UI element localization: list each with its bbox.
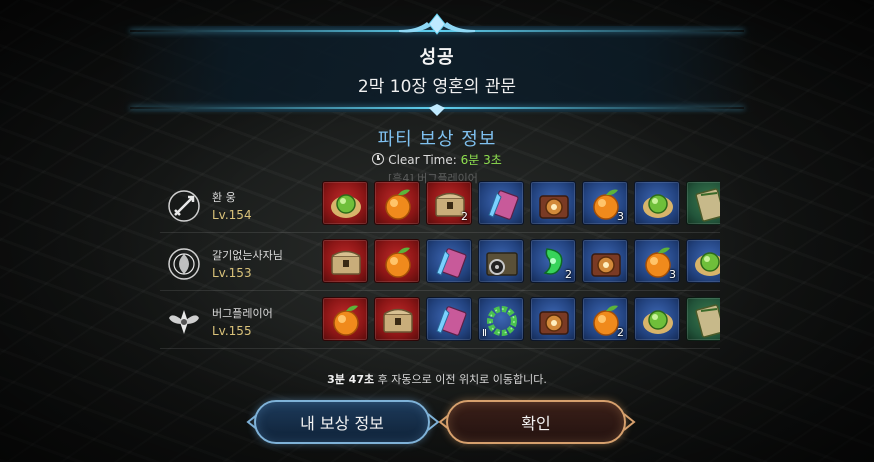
player-reward-row: 갈기없는사자님 Lv.153 2 3 bbox=[160, 238, 720, 291]
reward-item-slot[interactable] bbox=[322, 181, 368, 225]
bronze-chest-icon bbox=[591, 253, 621, 277]
reward-item-slot[interactable]: 2 bbox=[426, 181, 472, 225]
reward-item-slot[interactable] bbox=[478, 239, 524, 283]
reward-item-slot[interactable] bbox=[530, 297, 576, 341]
item-quantity: 3 bbox=[617, 210, 624, 223]
reward-item-strip: Ⅱ2 bbox=[322, 297, 720, 343]
reward-item-slot[interactable] bbox=[426, 297, 472, 341]
player-info: 환 웅 Lv.154 bbox=[166, 184, 316, 228]
player-name: 환 웅 bbox=[212, 191, 236, 204]
clear-time-value: 6분 3초 bbox=[460, 153, 502, 167]
reward-item-slot[interactable]: 3 bbox=[634, 239, 680, 283]
item-quantity: 3 bbox=[669, 268, 676, 281]
reward-item-slot[interactable] bbox=[634, 181, 680, 225]
reward-item-slot[interactable] bbox=[582, 239, 628, 283]
item-quantity: 2 bbox=[617, 326, 624, 339]
countdown-time: 3분 47초 bbox=[327, 373, 375, 386]
player-level: Lv.155 bbox=[212, 324, 252, 338]
crystal-scroll-icon bbox=[436, 306, 467, 336]
item-quantity: 2 bbox=[461, 210, 468, 223]
treasure-chest-icon bbox=[383, 308, 413, 333]
reward-item-slot[interactable]: Ⅱ bbox=[478, 297, 524, 341]
green-scroll-icon bbox=[695, 304, 720, 338]
bronze-chest-icon bbox=[539, 311, 569, 335]
player-level: Lv.153 bbox=[212, 266, 252, 280]
green-orb-icon bbox=[643, 310, 673, 334]
orange-fruit-icon bbox=[385, 189, 411, 220]
clear-time-row: Clear Time: 6분 3초 bbox=[0, 151, 874, 168]
orange-fruit-icon bbox=[385, 247, 411, 278]
player-reward-row: 환 웅 Lv.154 2 3 bbox=[160, 180, 720, 233]
reward-item-slot[interactable]: 2 bbox=[582, 297, 628, 341]
reward-item-strip: 23 bbox=[322, 239, 720, 285]
reward-item-slot[interactable]: 2 bbox=[530, 239, 576, 283]
jade-bracelet-icon bbox=[487, 306, 517, 336]
reward-item-slot[interactable] bbox=[686, 181, 720, 225]
wing-crest-icon bbox=[169, 310, 199, 334]
reward-item-slot[interactable] bbox=[374, 239, 420, 283]
reward-item-slot[interactable] bbox=[478, 181, 524, 225]
crest-bottom-ornament-icon bbox=[429, 104, 445, 116]
item-tier: Ⅱ bbox=[482, 328, 487, 339]
reward-item-strip: 23 bbox=[322, 181, 720, 227]
reward-item-slot[interactable] bbox=[686, 239, 720, 283]
result-title: 성공 bbox=[419, 47, 455, 68]
sword-crest-icon bbox=[168, 190, 200, 222]
auto-return-notice: 3분 47초 후 자동으로 이전 위치로 이동합니다. bbox=[0, 371, 874, 387]
reward-item-slot[interactable] bbox=[374, 181, 420, 225]
bronze-chest-icon bbox=[539, 195, 569, 219]
result-banner bbox=[118, 26, 756, 112]
my-reward-button[interactable]: 내 보상 정보 bbox=[254, 400, 430, 444]
reward-list[interactable]: 환 웅 Lv.154 2 3 갈기없는사자님 Lv.153 2 3 버그플레이어 Lv.155 Ⅱ 2 bbox=[160, 180, 720, 356]
party-reward-title: 파티 보상 정보 bbox=[377, 129, 497, 150]
reward-item-slot[interactable] bbox=[426, 239, 472, 283]
player-info: 갈기없는사자님 Lv.153 bbox=[166, 242, 316, 286]
reward-item-slot[interactable]: 3 bbox=[582, 181, 628, 225]
clock-icon bbox=[372, 153, 385, 165]
reward-item-slot[interactable] bbox=[530, 181, 576, 225]
right-cap-icon bbox=[623, 413, 636, 431]
green-scroll-icon bbox=[695, 188, 720, 222]
reward-item-slot[interactable] bbox=[322, 239, 368, 283]
clear-time-label: Clear Time: bbox=[388, 153, 457, 167]
swirl-crest-icon bbox=[168, 248, 200, 280]
crest-ornament-icon bbox=[399, 13, 475, 35]
player-reward-row: 버그플레이어 Lv.155 Ⅱ 2 bbox=[160, 296, 720, 349]
gear-chest-icon bbox=[486, 252, 518, 276]
green-orb-icon bbox=[331, 194, 361, 218]
player-info: 버그플레이어 Lv.155 bbox=[166, 300, 316, 344]
player-level: Lv.154 bbox=[212, 208, 252, 222]
crystal-scroll-icon bbox=[436, 248, 467, 278]
stage-name: 2막 10장 영혼의 관문 bbox=[357, 77, 517, 97]
reward-item-slot[interactable] bbox=[634, 297, 680, 341]
notice-text: 후 자동으로 이전 위치로 이동합니다. bbox=[377, 373, 547, 386]
treasure-chest-icon bbox=[331, 250, 361, 275]
green-orb-icon bbox=[695, 252, 720, 276]
item-quantity: 2 bbox=[565, 268, 572, 281]
confirm-button[interactable]: 확인 bbox=[446, 400, 626, 444]
crystal-scroll-icon bbox=[488, 190, 519, 220]
orange-fruit-icon bbox=[333, 305, 359, 336]
green-orb-icon bbox=[643, 194, 673, 218]
reward-item-slot[interactable] bbox=[374, 297, 420, 341]
player-name: 버그플레이어 bbox=[212, 307, 273, 320]
reward-item-slot[interactable] bbox=[322, 297, 368, 341]
reward-item-slot[interactable] bbox=[686, 297, 720, 341]
player-name: 갈기없는사자님 bbox=[212, 249, 283, 262]
